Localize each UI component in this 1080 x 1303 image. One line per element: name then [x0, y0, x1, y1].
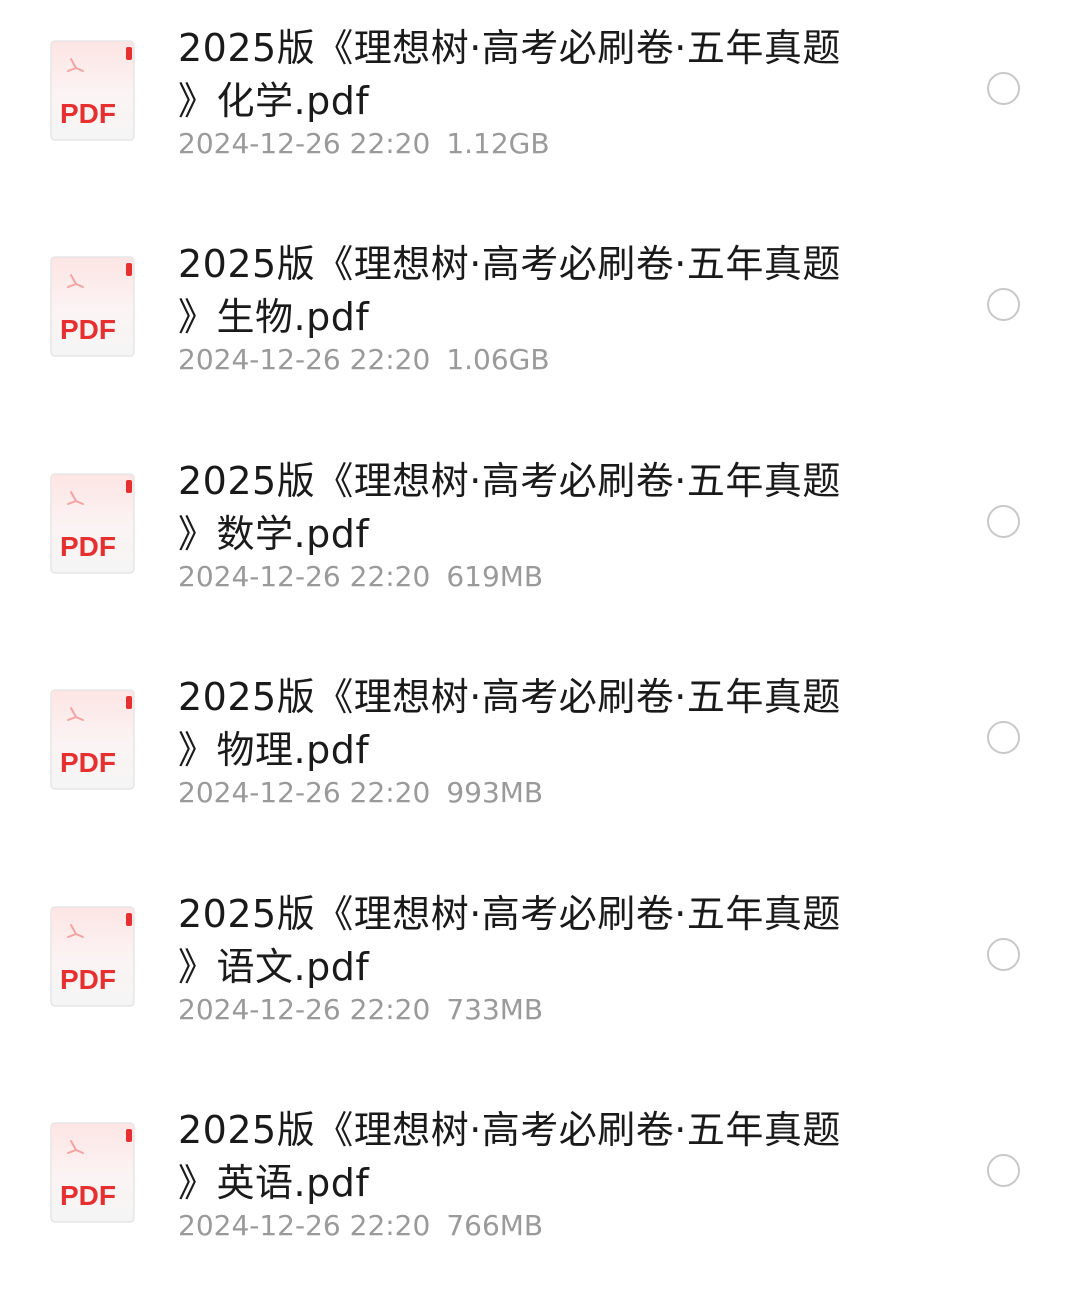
file-meta: 2024-12-26 22:20 1.12GB [178, 128, 550, 160]
file-row[interactable]: PDF 2025版《理想树·高考必刷卷·五年真题 》数学.pdf 2024-12… [0, 433, 1080, 633]
file-name-line2: 》物理.pdf [178, 728, 370, 772]
file-size: 1.06GB [446, 343, 550, 376]
file-name-line2: 》化学.pdf [178, 79, 370, 123]
file-size: 766MB [446, 1209, 544, 1242]
file-meta: 2024-12-26 22:20 993MB [178, 777, 543, 809]
file-row[interactable]: PDF 2025版《理想树·高考必刷卷·五年真题 》物理.pdf 2024-12… [0, 649, 1080, 849]
file-date: 2024-12-26 22:20 [178, 1209, 431, 1242]
file-size: 619MB [446, 560, 544, 593]
pdf-file-icon: PDF [50, 689, 135, 791]
file-size: 1.12GB [446, 127, 550, 160]
pdf-file-icon: PDF [50, 256, 135, 358]
select-radio[interactable] [987, 1154, 1020, 1187]
pdf-file-icon: PDF [50, 40, 135, 142]
file-name-line2: 》数学.pdf [178, 512, 370, 556]
file-date: 2024-12-26 22:20 [178, 343, 431, 376]
file-date: 2024-12-26 22:20 [178, 127, 431, 160]
pdf-icon-label: PDF [60, 314, 116, 345]
file-row[interactable]: PDF 2025版《理想树·高考必刷卷·五年真题 》化学.pdf 2024-12… [0, 0, 1080, 200]
file-list: PDF 2025版《理想树·高考必刷卷·五年真题 》化学.pdf 2024-12… [0, 0, 1080, 1303]
file-date: 2024-12-26 22:20 [178, 560, 431, 593]
pdf-icon-label: PDF [60, 964, 116, 995]
file-date: 2024-12-26 22:20 [178, 993, 431, 1026]
pdf-icon-label: PDF [60, 1180, 116, 1211]
file-date: 2024-12-26 22:20 [178, 776, 431, 809]
file-meta: 2024-12-26 22:20 1.06GB [178, 344, 550, 376]
file-row[interactable]: PDF 2025版《理想树·高考必刷卷·五年真题 》英语.pdf 2024-12… [0, 1082, 1080, 1282]
pdf-file-icon: PDF [50, 1122, 135, 1224]
file-size: 733MB [446, 993, 544, 1026]
file-row[interactable]: PDF 2025版《理想树·高考必刷卷·五年真题 》语文.pdf 2024-12… [0, 866, 1080, 1066]
pdf-file-icon: PDF [50, 473, 135, 575]
file-name-line1: 2025版《理想树·高考必刷卷·五年真题 [178, 242, 841, 286]
file-row[interactable]: PDF 2025版《理想树·高考必刷卷·五年真题 》生物.pdf 2024-12… [0, 216, 1080, 416]
pdf-icon-label: PDF [60, 98, 116, 129]
select-radio[interactable] [987, 288, 1020, 321]
file-name: 2025版《理想树·高考必刷卷·五年真题 》生物.pdf [178, 238, 878, 344]
file-meta: 2024-12-26 22:20 733MB [178, 994, 543, 1026]
select-radio[interactable] [987, 505, 1020, 538]
select-radio[interactable] [987, 721, 1020, 754]
file-name-line1: 2025版《理想树·高考必刷卷·五年真题 [178, 892, 841, 936]
file-name-line2: 》生物.pdf [178, 295, 370, 339]
file-name: 2025版《理想树·高考必刷卷·五年真题 》语文.pdf [178, 888, 878, 994]
select-radio[interactable] [987, 938, 1020, 971]
file-meta: 2024-12-26 22:20 619MB [178, 561, 543, 593]
select-radio[interactable] [987, 72, 1020, 105]
file-name-line1: 2025版《理想树·高考必刷卷·五年真题 [178, 26, 841, 70]
file-name: 2025版《理想树·高考必刷卷·五年真题 》物理.pdf [178, 671, 878, 777]
file-name-line1: 2025版《理想树·高考必刷卷·五年真题 [178, 675, 841, 719]
file-name-line2: 》语文.pdf [178, 945, 370, 989]
file-name: 2025版《理想树·高考必刷卷·五年真题 》化学.pdf [178, 22, 878, 128]
file-size: 993MB [446, 776, 544, 809]
pdf-icon-label: PDF [60, 531, 116, 562]
file-name: 2025版《理想树·高考必刷卷·五年真题 》英语.pdf [178, 1104, 878, 1210]
file-name-line1: 2025版《理想树·高考必刷卷·五年真题 [178, 459, 841, 503]
file-name-line1: 2025版《理想树·高考必刷卷·五年真题 [178, 1108, 841, 1152]
file-meta: 2024-12-26 22:20 766MB [178, 1210, 543, 1242]
pdf-file-icon: PDF [50, 906, 135, 1008]
file-name-line2: 》英语.pdf [178, 1161, 370, 1205]
file-name: 2025版《理想树·高考必刷卷·五年真题 》数学.pdf [178, 455, 878, 561]
pdf-icon-label: PDF [60, 747, 116, 778]
